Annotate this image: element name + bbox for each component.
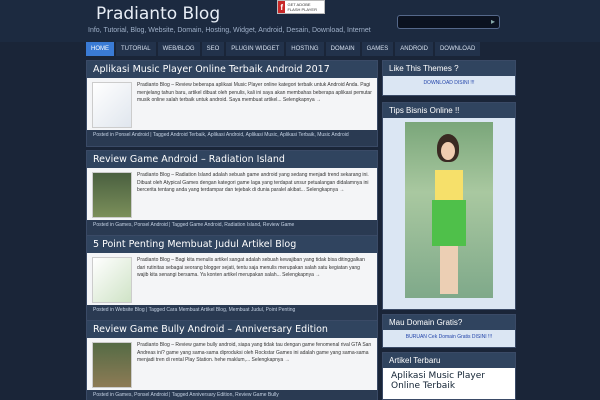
nav-tutorial[interactable]: TUTORIAL <box>116 42 156 56</box>
flash-player-badge[interactable]: f GET ADOBE FLASH PLAYER <box>277 0 325 14</box>
post-card: Review Game Android – Radiation Island P… <box>86 150 378 237</box>
post-meta: Posted in Ponsel Android | Tagged Androi… <box>87 130 377 146</box>
post-card: Aplikasi Music Player Online Terbaik And… <box>86 60 378 147</box>
post-excerpt: Pradianto Blog – Review game bully andro… <box>137 342 372 363</box>
recent-posts-widget: Artikel Terbaru Aplikasi Music Player On… <box>382 352 516 400</box>
site-tagline: Info, Tutorial, Blog, Website, Domain, H… <box>88 27 371 34</box>
nav-domain[interactable]: DOMAIN <box>325 42 360 56</box>
promo-photo[interactable] <box>405 122 493 298</box>
like-widget: Like This Themes ? DOWNLOAD DISINI !!! <box>382 60 516 96</box>
nav-android[interactable]: ANDROID <box>395 42 433 56</box>
post-thumbnail[interactable] <box>92 82 132 128</box>
site-title[interactable]: Pradianto Blog <box>96 4 220 24</box>
search-icon[interactable]: ▸ <box>491 17 495 26</box>
nav-hosting[interactable]: HOSTING <box>286 42 324 56</box>
post-card: 5 Point Penting Membuat Judul Artikel Bl… <box>86 235 378 322</box>
search-input[interactable]: ▸ <box>397 15 500 29</box>
post-thumbnail[interactable] <box>92 342 132 388</box>
post-excerpt: Pradianto Blog – Review beberapa aplikas… <box>137 82 372 103</box>
nav-download[interactable]: DOWNLOAD <box>434 42 481 56</box>
nav-seo[interactable]: SEO <box>201 42 225 56</box>
widget-title: Mau Domain Gratis? <box>383 315 515 330</box>
domain-link[interactable]: BURUAN Cek Domain Gratis DISINI !!! <box>383 330 515 344</box>
widget-title: Like This Themes ? <box>383 61 515 76</box>
post-title[interactable]: Review Game Android – Radiation Island <box>87 151 377 168</box>
widget-title: Tips Bisnis Online !! <box>383 103 515 118</box>
recent-post-link[interactable]: Aplikasi Music Player Online Terbaik <box>383 368 515 394</box>
nav-web-blog[interactable]: WEB/BLOG <box>157 42 200 56</box>
domain-widget: Mau Domain Gratis? BURUAN Cek Domain Gra… <box>382 314 516 348</box>
post-meta: Posted in Games, Ponsel Android | Tagged… <box>87 390 377 400</box>
post-meta: Posted in Website Blog | Tagged Cara Mem… <box>87 305 377 321</box>
post-title[interactable]: Review Game Bully Android – Anniversary … <box>87 321 377 338</box>
post-title[interactable]: 5 Point Penting Membuat Judul Artikel Bl… <box>87 236 377 253</box>
site-header: Pradianto Blog Info, Tutorial, Blog, Web… <box>0 0 600 42</box>
post-meta: Posted in Games, Ponsel Android | Tagged… <box>87 220 377 236</box>
post-excerpt: Pradianto Blog – Radiation Island adalah… <box>137 172 369 193</box>
post-excerpt: Pradianto Blog – Bagi kita menulis artik… <box>137 257 365 278</box>
nav-games[interactable]: GAMES <box>361 42 394 56</box>
widget-title: Artikel Terbaru <box>383 353 515 368</box>
post-card: Review Game Bully Android – Anniversary … <box>86 320 378 400</box>
nav-plugin-widget[interactable]: PLUGIN WIDGET <box>226 42 285 56</box>
post-thumbnail[interactable] <box>92 172 132 218</box>
nav-home[interactable]: HOME <box>86 42 114 56</box>
main-nav: HOME TUTORIAL WEB/BLOG SEO PLUGIN WIDGET… <box>86 42 516 56</box>
post-title[interactable]: Aplikasi Music Player Online Terbaik And… <box>87 61 377 78</box>
tips-widget: Tips Bisnis Online !! <box>382 102 516 310</box>
post-thumbnail[interactable] <box>92 257 132 303</box>
flash-badge-label: GET ADOBE FLASH PLAYER <box>287 2 317 12</box>
download-link[interactable]: DOWNLOAD DISINI !!! <box>383 76 515 90</box>
flash-icon: f <box>278 1 286 13</box>
